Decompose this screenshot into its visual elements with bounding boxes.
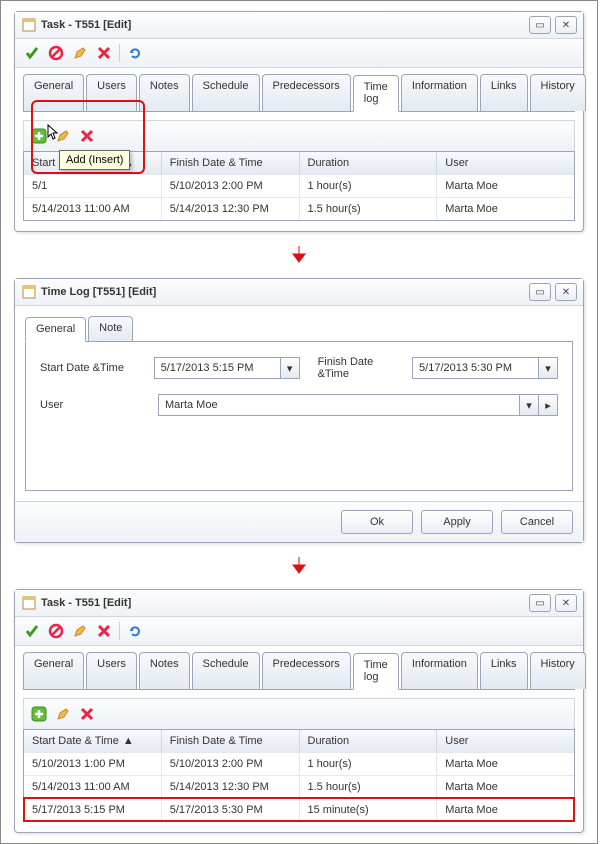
task-icon <box>21 17 37 33</box>
finish-datetime-input[interactable]: 5/17/2013 5:30 PM ▾ <box>412 357 558 379</box>
save-icon[interactable] <box>23 44 41 62</box>
col-finish[interactable]: Finish Date & Time <box>162 152 300 174</box>
refresh-icon[interactable] <box>126 44 144 62</box>
close-button[interactable]: ✕ <box>555 594 577 612</box>
minimize-button[interactable]: ▭ <box>529 283 551 301</box>
sort-asc-icon: ▲ <box>123 735 134 747</box>
dialog-tab-bar: General Note <box>25 316 573 342</box>
delete-icon[interactable] <box>95 44 113 62</box>
delete-entry-icon[interactable] <box>78 705 96 723</box>
start-datetime-input[interactable]: 5/17/2013 5:15 PM ▾ <box>154 357 300 379</box>
separator <box>119 622 120 640</box>
start-label: Start Date &Time <box>40 362 146 374</box>
tab-general[interactable]: General <box>23 652 84 689</box>
col-duration[interactable]: Duration <box>300 730 438 752</box>
edit-entry-icon[interactable] <box>54 705 72 723</box>
window-title: Task - T551 [Edit] <box>41 19 525 31</box>
tab-links[interactable]: Links <box>480 652 528 689</box>
flow-arrow-icon <box>1 242 597 268</box>
user-select[interactable]: Marta Moe ▾ ▸ <box>158 394 558 416</box>
table-row[interactable]: 5/14/2013 11:00 AM 5/14/2013 12:30 PM 1.… <box>24 197 574 220</box>
col-user[interactable]: User <box>437 730 574 752</box>
time-log-dialog: Time Log [T551] [Edit] ▭ ✕ General Note … <box>14 278 584 543</box>
refresh-icon[interactable] <box>126 622 144 640</box>
save-icon[interactable] <box>23 622 41 640</box>
tab-notes[interactable]: Notes <box>139 74 190 111</box>
window-title: Task - T551 [Edit] <box>41 597 525 609</box>
table-row-new[interactable]: 5/17/2013 5:15 PM 5/17/2013 5:30 PM 15 m… <box>24 798 574 821</box>
add-icon[interactable] <box>30 127 48 145</box>
tab-bar: General Users Notes Schedule Predecessor… <box>23 652 575 690</box>
table-row[interactable]: 5/10/2013 1:00 PM 5/10/2013 2:00 PM 1 ho… <box>24 752 574 775</box>
minimize-button[interactable]: ▭ <box>529 16 551 34</box>
dialog-title: Time Log [T551] [Edit] <box>41 286 525 298</box>
tab-notes[interactable]: Notes <box>139 652 190 689</box>
main-toolbar <box>15 617 583 646</box>
task-icon <box>21 595 37 611</box>
tab-users[interactable]: Users <box>86 652 137 689</box>
user-label: User <box>40 399 150 411</box>
delete-icon[interactable] <box>95 622 113 640</box>
task-window-after: Task - T551 [Edit] ▭ ✕ General Users Not… <box>14 589 584 833</box>
add-icon[interactable] <box>30 705 48 723</box>
add-tooltip: Add (Insert) <box>59 150 130 170</box>
tab-time-log[interactable]: Time log <box>353 653 399 690</box>
close-button[interactable]: ✕ <box>555 283 577 301</box>
dropdown-icon[interactable]: ▾ <box>538 358 557 378</box>
col-user[interactable]: User <box>437 152 574 174</box>
close-button[interactable]: ✕ <box>555 16 577 34</box>
ok-button[interactable]: Ok <box>341 510 413 534</box>
table-row[interactable]: 5/14/2013 11:00 AM 5/14/2013 12:30 PM 1.… <box>24 775 574 798</box>
tab-schedule[interactable]: Schedule <box>192 652 260 689</box>
timelog-table: Start Date & Time ▲ Finish Date & Time D… <box>23 729 575 822</box>
tab-bar: General Users Notes Schedule Predecessor… <box>23 74 575 112</box>
lookup-icon[interactable]: ▸ <box>538 395 557 415</box>
flow-arrow-icon <box>1 553 597 579</box>
cancel-button[interactable]: Cancel <box>501 510 573 534</box>
edit-icon[interactable] <box>71 622 89 640</box>
tab-information[interactable]: Information <box>401 652 478 689</box>
edit-entry-icon[interactable] <box>54 127 72 145</box>
cancel-icon[interactable] <box>47 44 65 62</box>
tab-history[interactable]: History <box>530 74 586 111</box>
col-duration[interactable]: Duration <box>300 152 438 174</box>
dropdown-icon[interactable]: ▾ <box>280 358 299 378</box>
timelog-toolbar <box>23 120 575 151</box>
tab-schedule[interactable]: Schedule <box>192 74 260 111</box>
task-icon <box>21 284 37 300</box>
tab-note[interactable]: Note <box>88 316 133 341</box>
tab-predecessors[interactable]: Predecessors <box>262 652 351 689</box>
dialog-title-bar: Time Log [T551] [Edit] ▭ ✕ <box>15 279 583 306</box>
cancel-icon[interactable] <box>47 622 65 640</box>
tab-general[interactable]: General <box>25 317 86 342</box>
tab-general[interactable]: General <box>23 74 84 111</box>
task-window-before: Task - T551 [Edit] ▭ ✕ General Users Not… <box>14 11 584 232</box>
separator <box>119 44 120 62</box>
col-start[interactable]: Start Date & Time ▲ <box>24 730 162 752</box>
minimize-button[interactable]: ▭ <box>529 594 551 612</box>
timelog-toolbar <box>23 698 575 729</box>
tab-predecessors[interactable]: Predecessors <box>262 74 351 111</box>
tab-history[interactable]: History <box>530 652 586 689</box>
tab-users[interactable]: Users <box>86 74 137 111</box>
main-toolbar <box>15 39 583 68</box>
tab-time-log[interactable]: Time log <box>353 75 399 112</box>
dialog-form: Start Date &Time 5/17/2013 5:15 PM ▾ Fin… <box>25 342 573 491</box>
edit-icon[interactable] <box>71 44 89 62</box>
dropdown-icon[interactable]: ▾ <box>519 395 538 415</box>
tab-links[interactable]: Links <box>480 74 528 111</box>
title-bar: Task - T551 [Edit] ▭ ✕ <box>15 590 583 617</box>
col-finish[interactable]: Finish Date & Time <box>162 730 300 752</box>
finish-label: Finish Date &Time <box>318 356 404 380</box>
table-header: Start Date & Time ▲ Finish Date & Time D… <box>24 729 574 752</box>
delete-entry-icon[interactable] <box>78 127 96 145</box>
table-row[interactable]: 5/1 5/10/2013 2:00 PM 1 hour(s) Marta Mo… <box>24 174 574 197</box>
title-bar: Task - T551 [Edit] ▭ ✕ <box>15 12 583 39</box>
apply-button[interactable]: Apply <box>421 510 493 534</box>
tab-information[interactable]: Information <box>401 74 478 111</box>
dialog-button-bar: Ok Apply Cancel <box>15 501 583 542</box>
